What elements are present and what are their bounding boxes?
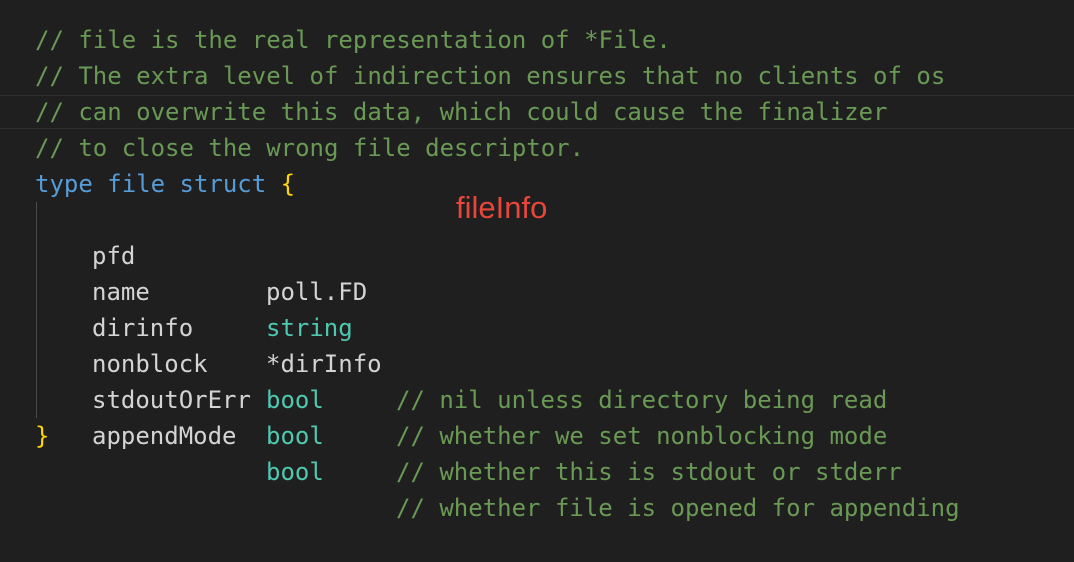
close-brace-line: } bbox=[35, 418, 49, 454]
field-row-dirinfo: dirinfo *dirInfo // nil unless directory… bbox=[92, 274, 992, 414]
comment-line-4: // to close the wrong file descriptor. bbox=[35, 134, 585, 162]
comment-line-3: // can overwrite this data, which could … bbox=[35, 98, 888, 126]
open-brace: { bbox=[280, 170, 296, 198]
indent-guide bbox=[36, 202, 37, 418]
struct-declaration-line: type file struct { bbox=[35, 166, 295, 202]
field-name: appendMode bbox=[92, 422, 237, 450]
field-row-name: name string bbox=[92, 238, 992, 342]
annotation-label: fileInfo bbox=[456, 190, 548, 225]
field-comment: // whether we set nonblocking mode bbox=[396, 422, 888, 450]
struct-keyword: struct bbox=[179, 170, 267, 198]
field-type: bool bbox=[266, 458, 324, 486]
comment-line-2: // The extra level of indirection ensure… bbox=[35, 62, 946, 90]
field-row-appendmode: appendMode bool // whether file is opene… bbox=[92, 382, 992, 522]
close-brace: } bbox=[35, 422, 50, 450]
field-comment: // whether this is stdout or stderr bbox=[396, 458, 902, 486]
field-comment: // whether file is opened for appending bbox=[396, 494, 960, 522]
comment-line-1: // file is the real representation of *F… bbox=[35, 26, 671, 54]
field-row-nonblock: nonblock bool // whether we set nonblock… bbox=[92, 310, 992, 450]
field-type: bool bbox=[266, 422, 324, 450]
field-row-stdoutorerr: stdoutOrErr bool // whether this is stdo… bbox=[92, 346, 992, 486]
struct-name: file bbox=[107, 170, 166, 198]
code-editor[interactable]: // file is the real representation of *F… bbox=[0, 0, 1074, 522]
type-keyword: type bbox=[35, 170, 93, 198]
